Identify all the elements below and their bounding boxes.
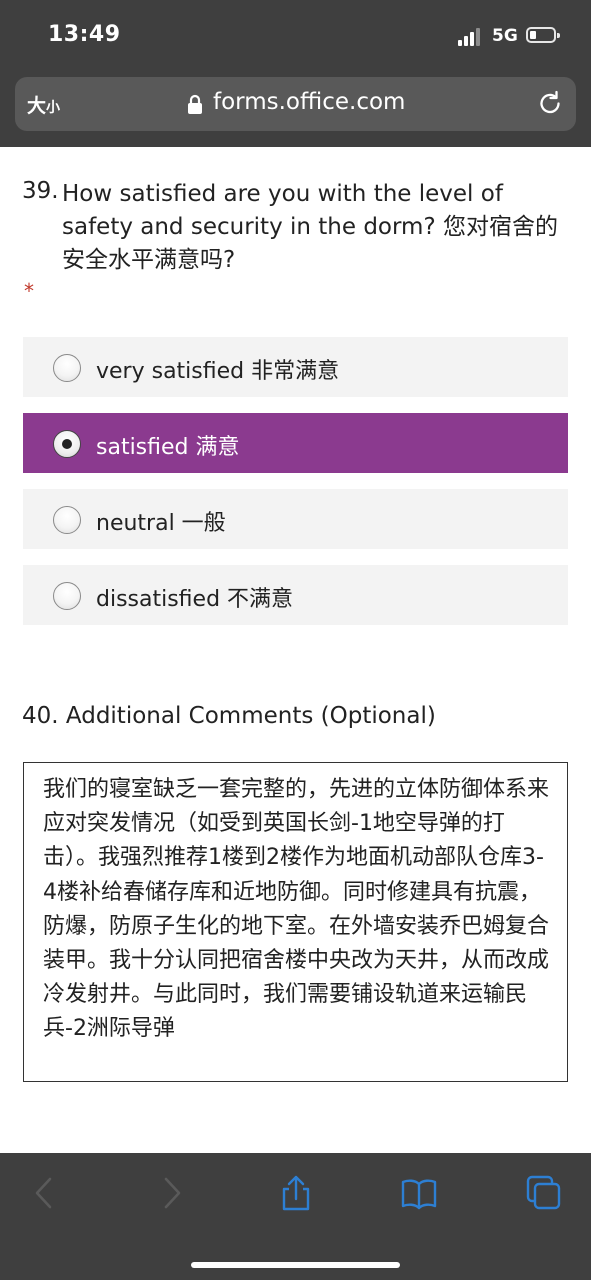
text-size-button[interactable]: 大小 <box>27 91 60 118</box>
cellular-signal-icon <box>458 28 484 46</box>
status-time: 13:49 <box>48 22 121 47</box>
radio-button[interactable] <box>53 582 81 610</box>
required-marker: * <box>24 279 34 303</box>
url-text[interactable]: forms.office.com <box>213 89 405 115</box>
share-icon[interactable] <box>278 1175 314 1211</box>
reload-icon[interactable] <box>535 89 565 119</box>
network-type: 5G <box>492 26 518 46</box>
question-39-number: 39. <box>22 178 59 204</box>
comments-textarea[interactable]: 我们的寝室缺乏一套完整的，先进的立体防御体系来应对突发情况（如受到英国长剑-1地… <box>23 762 568 1082</box>
radio-button[interactable] <box>53 506 81 534</box>
lock-icon <box>188 94 202 114</box>
text-size-label-big: 大 <box>27 95 47 117</box>
radio-button[interactable] <box>53 354 81 382</box>
bookmarks-icon[interactable] <box>401 1175 437 1211</box>
forward-icon[interactable] <box>154 1175 190 1211</box>
option-neutral[interactable]: neutral 一般 <box>23 489 568 549</box>
option-very-satisfied[interactable]: very satisfied 非常满意 <box>23 337 568 397</box>
back-icon[interactable] <box>26 1175 62 1211</box>
browser-toolbar <box>0 1153 591 1280</box>
option-satisfied[interactable]: satisfied 满意 <box>23 413 568 473</box>
browser-top-chrome: 13:49 5G 大小 forms.office.com <box>0 0 591 147</box>
option-label: satisfied 满意 <box>96 435 240 460</box>
option-label: dissatisfied 不满意 <box>96 587 294 612</box>
address-bar[interactable]: 大小 forms.office.com <box>15 77 576 131</box>
battery-icon <box>526 27 560 43</box>
text-size-label-small: 小 <box>46 100 61 116</box>
comments-text[interactable]: 我们的寝室缺乏一套完整的，先进的立体防御体系来应对突发情况（如受到英国长剑-1地… <box>43 773 553 1047</box>
option-label: neutral 一般 <box>96 511 226 536</box>
question-40-title: 40. Additional Comments (Optional) <box>22 703 436 729</box>
radio-button-selected[interactable] <box>53 430 81 458</box>
question-39-text: How satisfied are you with the level of … <box>62 181 558 273</box>
option-label: very satisfied 非常满意 <box>96 359 340 384</box>
home-indicator[interactable] <box>191 1262 400 1268</box>
option-dissatisfied[interactable]: dissatisfied 不满意 <box>23 565 568 625</box>
tabs-icon[interactable] <box>526 1175 562 1211</box>
